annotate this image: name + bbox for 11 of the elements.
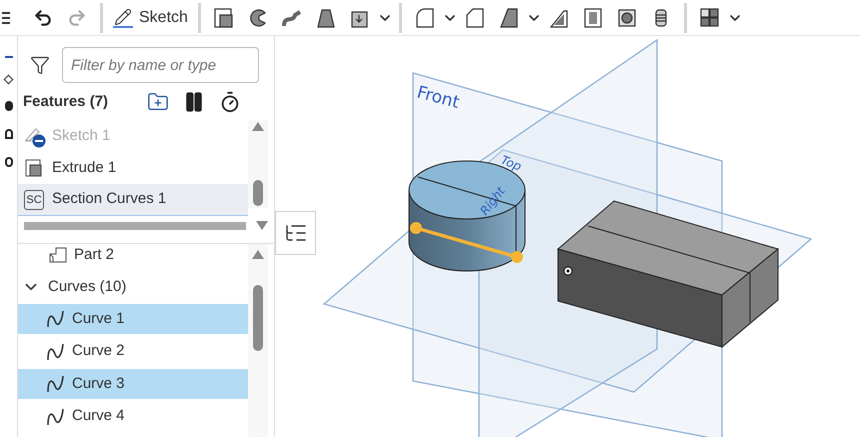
feature-label: Extrude 1	[52, 158, 116, 178]
plane-label: Front	[414, 82, 462, 113]
plane-label: Top	[498, 152, 524, 174]
features-header: Features (7)	[23, 92, 110, 112]
feature-label: Section Curves 1	[52, 189, 166, 210]
feature-label: Sketch 1	[52, 126, 110, 146]
curve-label: Curve 2	[72, 341, 125, 362]
curve-label: Curve 1	[72, 308, 125, 329]
curve-label: Curve 4	[72, 406, 125, 426]
section-badge: SC	[24, 190, 44, 210]
curve-label: Curve 3	[72, 374, 125, 394]
